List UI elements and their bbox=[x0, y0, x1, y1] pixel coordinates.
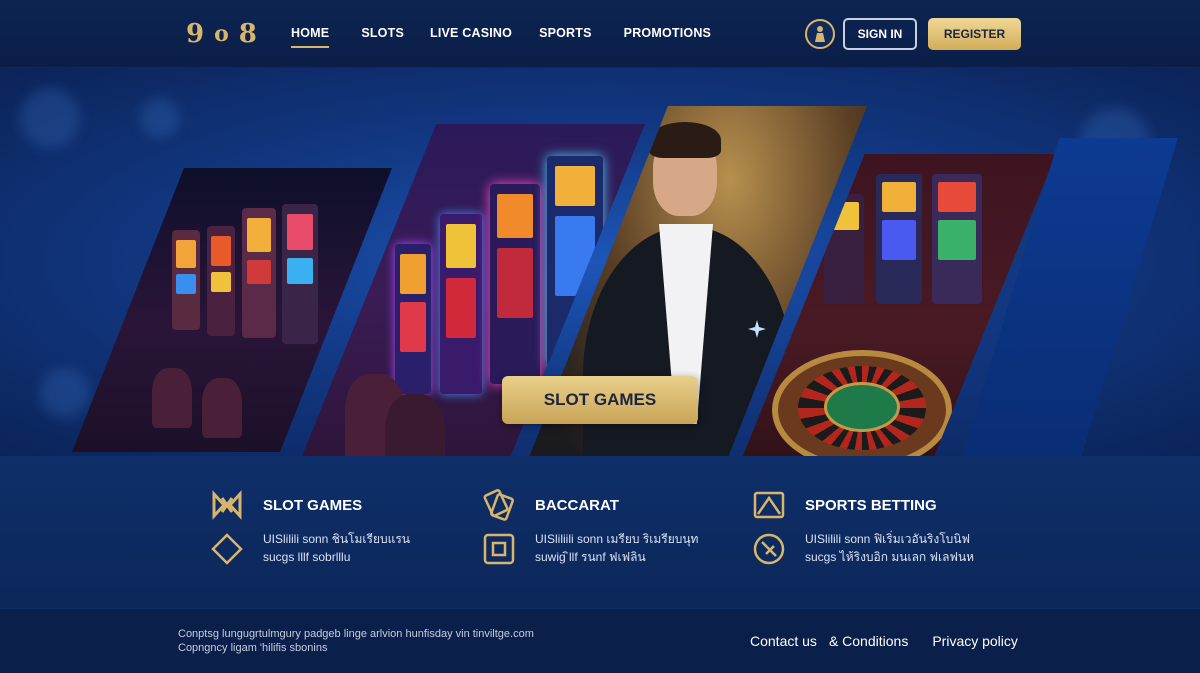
feature-title: SPORTS BETTING bbox=[805, 497, 937, 514]
slot-machine bbox=[282, 204, 318, 344]
feature-description: UISlilili sonn ชินโมเรียบแรน sucgs lllf … bbox=[263, 530, 503, 566]
feature-slot-games[interactable]: SLOT GAMES UISlilili sonn ชินโมเรียบแรน … bbox=[210, 488, 510, 598]
slot-logo-icon bbox=[212, 490, 242, 520]
slot-machine bbox=[824, 194, 864, 304]
slot-machine bbox=[932, 174, 982, 304]
logo-part-2: o bbox=[214, 21, 229, 47]
casino-chair bbox=[152, 368, 192, 428]
user-account-button[interactable] bbox=[805, 19, 835, 49]
logo-part-3: 8 bbox=[238, 19, 257, 49]
footer-link-privacy[interactable]: Privacy policy bbox=[932, 633, 1018, 649]
feature-title: SLOT GAMES bbox=[263, 497, 363, 514]
feature-desc-line: sucgs lllf sobrlllu bbox=[263, 550, 351, 564]
copyright-line: Conptsg lungugrtulmgury padgeb linge arl… bbox=[178, 628, 534, 640]
site-logo[interactable]: 9 o 8 bbox=[186, 18, 257, 50]
slot-machine bbox=[207, 226, 235, 336]
bokeh-light bbox=[40, 368, 90, 418]
nav-slots[interactable]: SLOTS bbox=[361, 26, 404, 48]
roulette-wheel-center bbox=[824, 382, 900, 432]
main-nav: HOME SLOTS LIVE CASINO SPORTS PROMOTIONS bbox=[291, 26, 711, 48]
features-section: SLOT GAMES UISlilili sonn ชินโมเรียบแรน … bbox=[0, 456, 1200, 608]
footer-link-contact[interactable]: Contact us bbox=[750, 633, 817, 649]
feature-description: UISliliili sonn เมรียบ ริเมรียบนุท suwig… bbox=[535, 530, 775, 566]
feature-title: BACCARAT bbox=[535, 497, 619, 514]
nav-promotions[interactable]: PROMOTIONS bbox=[624, 26, 711, 48]
nav-sports[interactable]: SPORTS bbox=[539, 26, 592, 48]
copyright-line: Copngncy ligam 'hilifis sbonins bbox=[178, 642, 328, 654]
register-button[interactable]: REGISTER bbox=[928, 18, 1021, 50]
bokeh-light bbox=[20, 88, 80, 148]
casino-chair bbox=[202, 378, 242, 438]
feature-desc-line: UISlilili sonn ชินโมเรียบแรน bbox=[263, 532, 410, 546]
table-icon bbox=[483, 533, 515, 565]
slot-machine bbox=[440, 214, 482, 394]
slot-machine bbox=[242, 208, 276, 338]
user-icon bbox=[815, 26, 825, 42]
slot-games-cta-button[interactable]: SLOT GAMES bbox=[502, 376, 698, 424]
slot-machine bbox=[395, 244, 431, 394]
sign-in-button[interactable]: SIGN IN bbox=[843, 18, 917, 50]
dealer-hair bbox=[649, 122, 721, 158]
feature-baccarat[interactable]: BACCARAT UISliliili sonn เมรียบ ริเมรียบ… bbox=[482, 488, 782, 598]
site-footer: Conptsg lungugrtulmgury padgeb linge arl… bbox=[0, 608, 1200, 673]
nav-home[interactable]: HOME bbox=[291, 26, 330, 48]
slot-machine bbox=[876, 174, 922, 304]
slot-machine bbox=[490, 184, 540, 384]
copyright-text: Conptsg lungugrtulmgury padgeb linge arl… bbox=[178, 627, 598, 655]
feature-desc-line: sucgs ไห้ริงบอิก มนเลก ฟเลฟนห bbox=[805, 550, 975, 564]
footer-link-conditions[interactable]: & Conditions bbox=[829, 633, 908, 649]
hero-banner: SLOT GAMES bbox=[0, 68, 1200, 456]
feature-sports-betting[interactable]: SPORTS BETTING UISlilili sonn ฟิเริ่มเวอ… bbox=[752, 488, 1052, 598]
diamond-icon bbox=[211, 533, 243, 565]
sparkle-icon bbox=[748, 320, 766, 338]
bokeh-light bbox=[140, 98, 180, 138]
nav-live-casino[interactable]: LIVE CASINO bbox=[430, 26, 512, 48]
feature-description: UISlilili sonn ฟิเริ่มเวอันริงโบนิฟ sucg… bbox=[805, 530, 1045, 566]
site-header: 9 o 8 HOME SLOTS LIVE CASINO SPORTS PROM… bbox=[0, 0, 1200, 68]
casino-chair bbox=[385, 394, 445, 456]
feature-desc-line: UISlilili sonn ฟิเริ่มเวอันริงโบนิฟ bbox=[805, 532, 970, 546]
cards-icon bbox=[483, 489, 514, 521]
ball-icon bbox=[753, 533, 785, 565]
slot-machine bbox=[172, 230, 200, 330]
feature-desc-line: UISliliili sonn เมรียบ ริเมรียบนุท bbox=[535, 532, 699, 546]
field-icon bbox=[753, 491, 785, 519]
logo-part-1: 9 bbox=[186, 19, 205, 49]
feature-desc-line: suwig ิllf รนnf ฟเฟลิน bbox=[535, 550, 646, 564]
footer-links: Contact us & Conditions Privacy policy bbox=[750, 633, 1018, 649]
